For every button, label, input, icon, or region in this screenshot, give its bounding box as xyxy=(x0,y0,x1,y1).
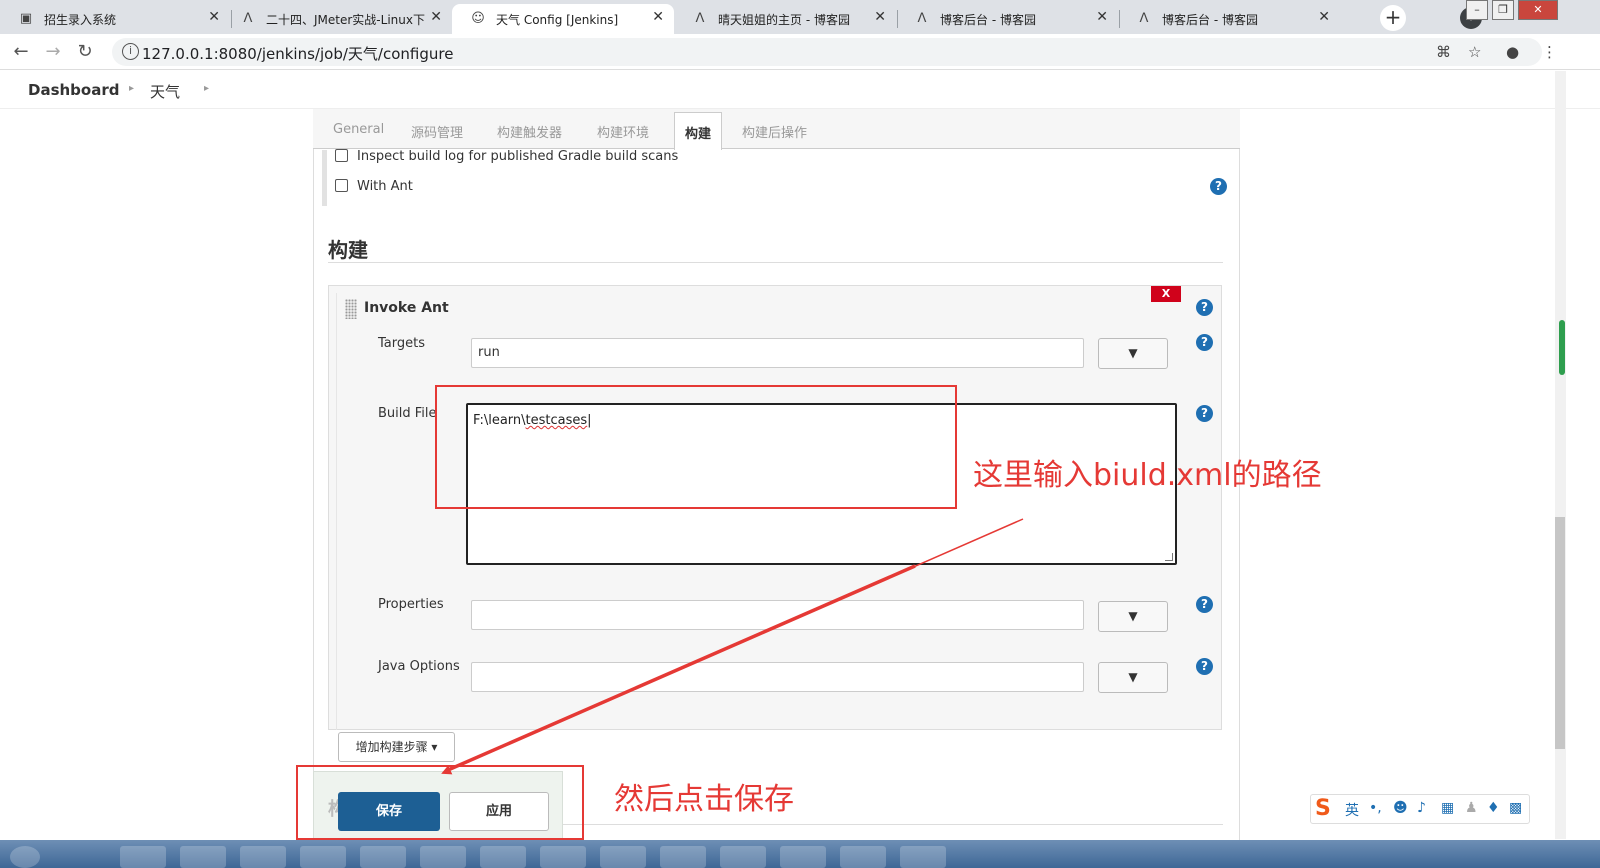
mic-icon[interactable]: ♪ xyxy=(1417,800,1426,816)
user-icon[interactable]: ♟ xyxy=(1465,800,1478,816)
sogou-logo-icon: S xyxy=(1315,796,1331,821)
annotation-arrow xyxy=(441,518,1024,775)
taskbar-item[interactable] xyxy=(300,846,346,868)
taskbar-item[interactable] xyxy=(420,846,466,868)
taskbar-item[interactable] xyxy=(120,846,166,868)
start-icon[interactable] xyxy=(10,846,40,868)
taskbar-item[interactable] xyxy=(840,846,886,868)
taskbar-item[interactable] xyxy=(540,846,586,868)
ime-lang[interactable]: 英 xyxy=(1345,800,1359,820)
taskbar-item[interactable] xyxy=(600,846,646,868)
os-taskbar xyxy=(0,840,1600,868)
taskbar-item[interactable] xyxy=(360,846,406,868)
keyboard-icon[interactable]: ▦ xyxy=(1441,800,1454,816)
taskbar-item[interactable] xyxy=(180,846,226,868)
taskbar-item[interactable] xyxy=(660,846,706,868)
taskbar-item[interactable] xyxy=(900,846,946,868)
punctuation-icon[interactable]: •, xyxy=(1369,800,1382,816)
skin-icon[interactable]: ♦ xyxy=(1487,800,1500,816)
taskbar-item[interactable] xyxy=(480,846,526,868)
taskbar-item[interactable] xyxy=(720,846,766,868)
emoji-icon[interactable]: ☻ xyxy=(1393,800,1408,816)
scrollbar-thumb[interactable] xyxy=(1555,517,1565,749)
side-indicator xyxy=(1559,320,1565,375)
ime-toolbar[interactable]: S 英 •, ☻ ♪ ▦ ♟ ♦ ▩ xyxy=(1310,794,1530,824)
taskbar-item[interactable] xyxy=(780,846,826,868)
grid-icon[interactable]: ▩ xyxy=(1509,800,1522,816)
taskbar-item[interactable] xyxy=(240,846,286,868)
